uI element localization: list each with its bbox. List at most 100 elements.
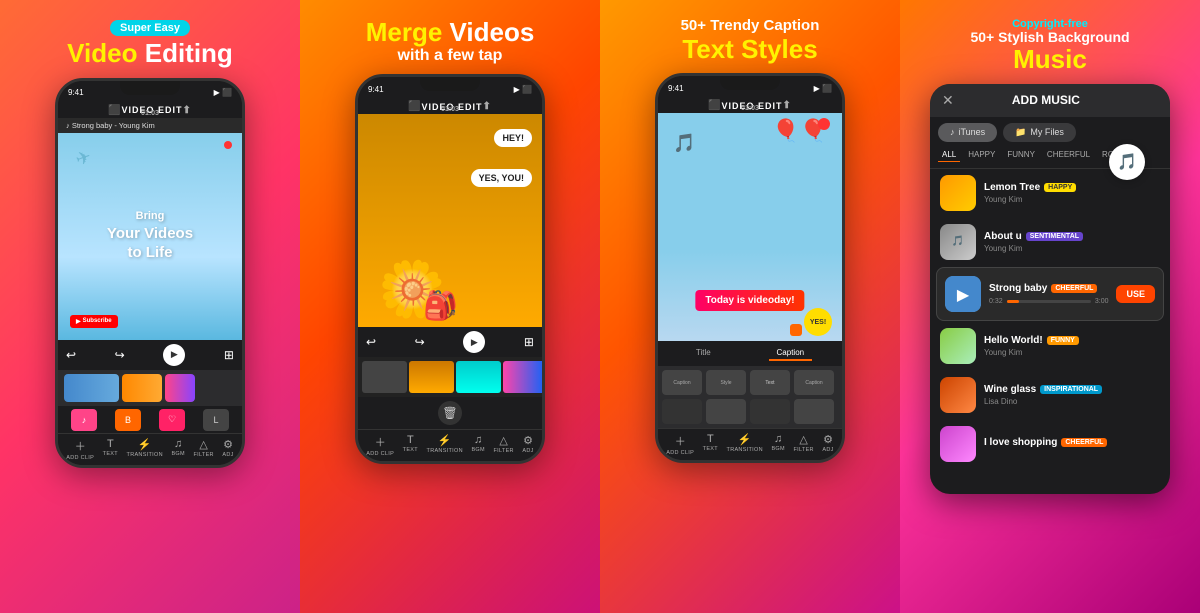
cap-style-6[interactable] <box>706 399 746 424</box>
panel-2: Merge Videos with a few tap 9:41 ▶ ⬛ ⬛ V… <box>300 0 600 613</box>
thumb-shopping <box>940 426 976 462</box>
tb2-transition[interactable]: ⚡ TRANSITION <box>427 434 463 457</box>
tb3-bgm[interactable]: ♫ BGM <box>771 433 784 456</box>
music-source-tabs: ♪ iTunes 📁 My Files <box>930 117 1170 148</box>
undo-btn[interactable]: ↩ <box>66 348 76 362</box>
redo-btn-2[interactable]: ↪ <box>415 335 425 349</box>
tb-transition[interactable]: ⚡ TRANSITION <box>127 438 163 461</box>
phone-1-timeline <box>58 370 242 406</box>
phone-2-canvas: 🌼 🎒 HEY! YES, YOU! <box>358 114 542 327</box>
src-itunes[interactable]: ♪ iTunes <box>938 123 997 142</box>
tb2-text[interactable]: T TEXT <box>403 434 418 457</box>
music-list: Lemon Tree HAPPY Young Kim 🎵 About u SEN… <box>930 169 1170 494</box>
music-progress: 0:32 3:00 <box>989 298 1108 305</box>
genre-happy[interactable]: HAPPY <box>964 148 999 162</box>
music-info-strong: Strong baby CHEERFUL 0:32 3:00 <box>989 283 1108 305</box>
panel-1-title: Video Editing <box>67 39 233 68</box>
film-orange <box>409 361 454 393</box>
phone-1-music-bar: ♪ Strong baby - Young Kim <box>58 118 242 133</box>
tb-bgm[interactable]: ♫ BGM <box>171 438 184 461</box>
undo-btn-2[interactable]: ↩ <box>366 335 376 349</box>
cap-style-7[interactable] <box>750 399 790 424</box>
phone-2-title-bar: ⬛ VIDEO EDIT ⬆ 01:03 <box>358 99 542 114</box>
genre-funny[interactable]: FUNNY <box>1003 148 1039 162</box>
music-info-lemon: Lemon Tree HAPPY Young Kim <box>984 182 1160 204</box>
tb2-bgm[interactable]: ♫ BGM <box>471 434 484 457</box>
tab-title[interactable]: Title <box>688 346 719 361</box>
music-item-about[interactable]: 🎵 About u SENTIMENTAL Young Kim <box>930 218 1170 266</box>
tb-text[interactable]: T TEXT <box>103 438 118 461</box>
tb2-filter[interactable]: △ FILTER <box>493 434 513 457</box>
cap-style-2[interactable]: Style <box>706 370 746 395</box>
play-btn-2[interactable]: ▶ <box>463 331 485 353</box>
grid-btn[interactable]: ⊞ <box>224 348 234 362</box>
cap-style-4[interactable]: Caption <box>794 370 834 395</box>
edit-overlay <box>790 324 802 336</box>
phone-1-controls: ↩ ↪ ▶ ⊞ <box>58 340 242 370</box>
panel-4-title1: 50+ Stylish Background <box>970 30 1129 45</box>
panel-3-heading: 50+ Trendy Caption Text Styles <box>681 18 820 63</box>
film-cyan <box>456 361 501 393</box>
cap-style-3[interactable]: Text <box>750 370 790 395</box>
film-multi <box>503 361 542 393</box>
thumb-hello <box>940 328 976 364</box>
panel-4-heading: Copyright-free 50+ Stylish Background Mu… <box>970 18 1129 74</box>
phone-2-notch <box>420 77 480 91</box>
tb3-addclip[interactable]: ＋ ADD CLIP <box>666 433 694 456</box>
tb3-adj[interactable]: ⚙ ADJ <box>822 433 833 456</box>
music-close-btn[interactable]: ✕ <box>942 92 954 109</box>
close-overlay <box>818 118 830 130</box>
play-btn[interactable]: ▶ <box>163 344 185 366</box>
tb2-addclip[interactable]: ＋ ADD CLIP <box>366 434 394 457</box>
tb-heart-icon: ♡ <box>159 409 185 431</box>
tb3-text[interactable]: T TEXT <box>703 433 718 456</box>
tab-caption[interactable]: Caption <box>769 346 813 361</box>
caption-style-row2 <box>658 399 842 428</box>
cap-style-1[interactable]: Caption <box>662 370 702 395</box>
tb-filter[interactable]: △ FILTER <box>193 438 213 461</box>
delete-row: 🗑 <box>358 397 542 429</box>
use-button[interactable]: USE <box>1116 285 1155 303</box>
clip-orange <box>122 374 162 402</box>
phone-3-caption-tabs: Title Caption <box>658 341 842 366</box>
caption-style-row1: Caption Style Text Caption <box>658 366 842 399</box>
itunes-icon: ♪ <box>950 127 955 137</box>
film-dark <box>362 361 407 393</box>
music-info-hello: Hello World! FUNNY Young Kim <box>984 335 1160 357</box>
thumb-wine <box>940 377 976 413</box>
phone-1-notch <box>120 81 180 95</box>
tb-adj[interactable]: ⚙ ADJ <box>222 438 233 461</box>
delete-icon[interactable]: 🗑 <box>438 401 462 425</box>
music-info-wine: Wine glass INSPIRATIONAL Lisa Dino <box>984 384 1160 406</box>
phone-3-title-bar: ⬛ VIDEO EDIT ⬆ 01:03 <box>658 98 842 113</box>
cap-style-8[interactable] <box>794 399 834 424</box>
tb-addclip[interactable]: ＋ ADD CLIP <box>66 438 94 461</box>
cap-style-5[interactable] <box>662 399 702 424</box>
thumb-about: 🎵 <box>940 224 976 260</box>
tb-bold-icon: B <box>115 409 141 431</box>
panel-3-title2: Text Styles <box>681 35 820 64</box>
grid-btn-2[interactable]: ⊞ <box>524 335 534 349</box>
music-item-strong[interactable]: ▶ Strong baby CHEERFUL 0:32 <box>936 267 1164 321</box>
src-myfiles[interactable]: 📁 My Files <box>1003 123 1076 142</box>
phone-1: 9:41 ▶ ⬛ ⬛ VIDEO EDIT ⬆ 01:03 ♪ Strong b… <box>55 78 245 468</box>
tb3-transition[interactable]: ⚡ TRANSITION <box>727 433 763 456</box>
music-item-hello[interactable]: Hello World! FUNNY Young Kim <box>930 322 1170 370</box>
genre-all[interactable]: ALL <box>938 148 960 162</box>
tb2-adj[interactable]: ⚙ ADJ <box>522 434 533 457</box>
canvas-text: Bring Your Videos to Life <box>107 209 193 262</box>
panel-4-title2: Music <box>970 45 1129 74</box>
panel-4-phone-wrapper: 🎵 ✕ ADD MUSIC ♪ iTunes 📁 My Files ALL HA… <box>930 84 1170 494</box>
phone-2: 9:41 ▶ ⬛ ⬛ VIDEO EDIT ⬆ 01:03 🌼 🎒 HEY! Y… <box>355 74 545 464</box>
clip-blue <box>64 374 119 402</box>
music-item-wine[interactable]: Wine glass INSPIRATIONAL Lisa Dino <box>930 371 1170 419</box>
tb-l-icon: L <box>203 409 229 431</box>
genre-cheerful[interactable]: CHEERFUL <box>1043 148 1094 162</box>
tb3-filter[interactable]: △ FILTER <box>793 433 813 456</box>
redo-btn[interactable]: ↪ <box>115 348 125 362</box>
music-item-shopping[interactable]: I love shopping CHEERFUL <box>930 420 1170 468</box>
panel-1-heading: Super Easy Video Editing <box>67 18 233 68</box>
clip-multi <box>165 374 195 402</box>
panel-2-subtitle: with a few tap <box>366 47 535 65</box>
subscribe-btn: ▶ Subscribe <box>70 315 118 328</box>
